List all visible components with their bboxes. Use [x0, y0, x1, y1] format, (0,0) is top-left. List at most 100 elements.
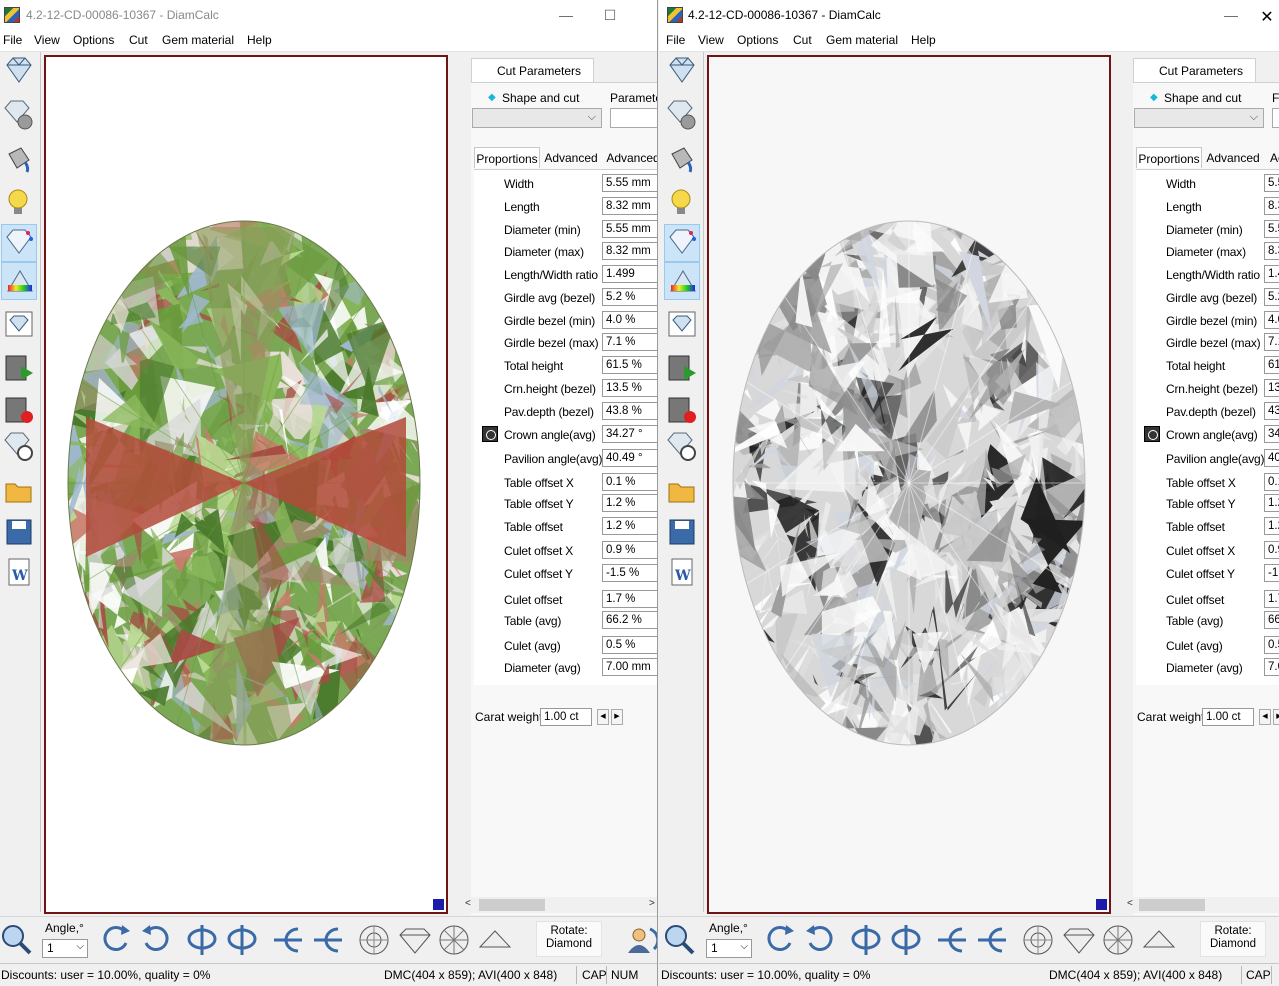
horizontal-scrollbar[interactable]: < >	[461, 897, 657, 913]
angle-select[interactable]: 1 ⌵	[706, 939, 752, 958]
parameters-combobox[interactable]	[1272, 108, 1279, 128]
proportion-value-field[interactable]: 66	[1264, 611, 1279, 629]
proportion-value-field[interactable]: -1.	[1264, 564, 1279, 582]
minimize-button[interactable]: —	[1221, 7, 1241, 23]
scroll-thumb[interactable]	[479, 899, 545, 911]
proportion-value-field[interactable]: 8.32 mm	[602, 197, 657, 215]
proportion-value-field[interactable]: 7.0	[1264, 658, 1279, 676]
bottom-view-icon[interactable]	[438, 923, 470, 957]
word-doc-icon[interactable]: W	[1, 554, 37, 592]
proportion-value-field[interactable]: 5.2	[1264, 288, 1279, 306]
save-disk-icon[interactable]	[664, 514, 700, 552]
proportion-value-field[interactable]: 1.7 %	[602, 590, 657, 608]
proportion-value-field[interactable]: 0.5	[1264, 636, 1279, 654]
menu-file[interactable]: File	[3, 33, 22, 47]
proportion-value-field[interactable]: 1.2 %	[602, 494, 657, 512]
proportion-value-field[interactable]: 1.2	[1264, 494, 1279, 512]
tab-cut-parameters[interactable]: Cut Parameters	[1133, 58, 1256, 82]
flip-vertical-icon[interactable]	[226, 923, 258, 957]
menu-options[interactable]: Options	[73, 33, 114, 47]
rotate-ccw-icon[interactable]	[100, 923, 132, 957]
diamond-lightbulb-icon[interactable]	[1, 96, 37, 134]
zoom-icon[interactable]	[0, 923, 32, 957]
rotate-cw-icon[interactable]	[804, 923, 836, 957]
paint-bucket-icon[interactable]	[664, 140, 700, 178]
flip-horizontal-icon[interactable]	[850, 923, 882, 957]
proportion-value-field[interactable]: 5.55 mm	[602, 220, 657, 238]
title-bar[interactable]: 4.2-12-CD-00086-10367 - DiamCalc — ☐	[0, 0, 657, 30]
proportion-value-field[interactable]: 0.9	[1264, 541, 1279, 559]
film-play-icon[interactable]	[664, 350, 700, 388]
proportion-value-field[interactable]: 43	[1264, 402, 1279, 420]
carat-increment-button[interactable]: ▶	[611, 709, 623, 725]
menu-file[interactable]: File	[666, 33, 685, 47]
diamond-icon[interactable]	[664, 52, 700, 90]
shape-combobox[interactable]: ⌵	[1134, 108, 1264, 128]
film-play-icon[interactable]	[1, 350, 37, 388]
proportion-value-field[interactable]: 7.00 mm	[602, 658, 657, 676]
proportion-value-field[interactable]: 0.1 %	[602, 473, 657, 491]
diamond-image-icon[interactable]	[664, 306, 700, 344]
menu-help[interactable]: Help	[911, 33, 936, 47]
tab-cut-parameters[interactable]: Cut Parameters	[471, 58, 594, 82]
horizontal-scrollbar[interactable]: <	[1123, 897, 1279, 913]
diamond-viewport[interactable]	[707, 55, 1111, 914]
proportion-value-field[interactable]: 0.5 %	[602, 636, 657, 654]
proportion-value-field[interactable]: 34	[1264, 425, 1279, 443]
diamond-sparkle-icon[interactable]	[664, 224, 700, 262]
proportion-value-field[interactable]: 0.9 %	[602, 541, 657, 559]
proportion-value-field[interactable]: 1.2 %	[602, 517, 657, 535]
proportion-value-field[interactable]: 66.2 %	[602, 611, 657, 629]
maximize-button[interactable]: ☐	[600, 7, 620, 24]
spectrum-icon[interactable]	[664, 262, 700, 300]
flip-horizontal-icon[interactable]	[186, 923, 218, 957]
bottom-view-icon[interactable]	[1102, 923, 1134, 957]
tilt-right-icon[interactable]	[312, 923, 344, 957]
side-view-icon[interactable]	[398, 923, 432, 957]
film-record-icon[interactable]	[664, 392, 700, 430]
diamond-wheel-icon[interactable]	[1, 428, 37, 466]
diamond-viewport[interactable]	[44, 55, 448, 914]
menu-help[interactable]: Help	[247, 33, 272, 47]
paint-bucket-icon[interactable]	[1, 140, 37, 178]
proportion-value-field[interactable]: 5.2 %	[602, 288, 657, 306]
tab-advanced-2[interactable]: Advanced	[602, 147, 657, 168]
proportion-value-field[interactable]: 0.1	[1264, 473, 1279, 491]
proportion-value-field[interactable]: 61	[1264, 356, 1279, 374]
diamond-wheel-icon[interactable]	[664, 428, 700, 466]
menu-view[interactable]: View	[34, 33, 60, 47]
flip-vertical-icon[interactable]	[890, 923, 922, 957]
open-folder-icon[interactable]	[1, 472, 37, 510]
tab-advanced[interactable]: Advanced	[540, 147, 602, 168]
shape-combobox[interactable]: ⌵	[472, 108, 602, 128]
proportion-value-field[interactable]: 40.49 °	[602, 449, 657, 467]
carat-decrement-button[interactable]: ◀	[597, 709, 609, 725]
proportion-value-field[interactable]: 1.499	[602, 265, 657, 283]
top-view-icon[interactable]	[1022, 923, 1054, 957]
tab-proportions[interactable]: Proportions	[1136, 147, 1202, 168]
rotate-diamond-box[interactable]: Rotate: Diamond	[1200, 921, 1266, 957]
save-disk-icon[interactable]	[1, 514, 37, 552]
proportion-value-field[interactable]: 4.0	[1264, 311, 1279, 329]
carat-weight-input[interactable]: 1.00 ct	[540, 708, 592, 726]
proportion-value-field[interactable]: 8.3	[1264, 197, 1279, 215]
proportion-value-field[interactable]: 61.5 %	[602, 356, 657, 374]
tab-advanced-2[interactable]: Ac	[1264, 147, 1279, 168]
lightbulb-icon[interactable]	[664, 184, 700, 222]
title-bar[interactable]: 4.2-12-CD-00086-10367 - DiamCalc — ✕	[659, 0, 1279, 30]
angle-select[interactable]: 1 ⌵	[42, 939, 88, 958]
menu-gem-material[interactable]: Gem material	[162, 33, 234, 47]
side-view-icon[interactable]	[1062, 923, 1096, 957]
proportion-value-field[interactable]: 13	[1264, 379, 1279, 397]
spectrum-icon[interactable]	[1, 262, 37, 300]
top-view-icon[interactable]	[358, 923, 390, 957]
menu-view[interactable]: View	[698, 33, 724, 47]
proportion-value-field[interactable]: 7.1	[1264, 333, 1279, 351]
zoom-icon[interactable]	[663, 923, 695, 957]
proportion-value-field[interactable]: 1.4	[1264, 265, 1279, 283]
scroll-right-icon[interactable]: >	[649, 898, 655, 909]
minimize-button[interactable]: —	[556, 7, 576, 23]
lock-icon[interactable]	[1144, 426, 1160, 442]
film-record-icon[interactable]	[1, 392, 37, 430]
proportion-value-field[interactable]: 4.0 %	[602, 311, 657, 329]
